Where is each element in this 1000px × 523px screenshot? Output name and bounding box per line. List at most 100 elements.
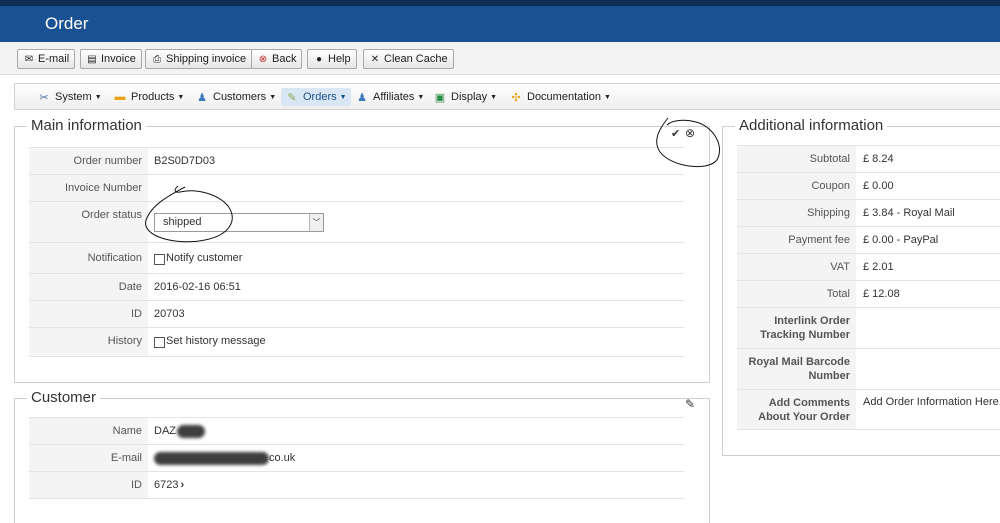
toolbar: ✉ E-mail ▤ Invoice ⎙ Shipping invoice ⊗ Back…: [0, 42, 1000, 75]
documentation-icon: ✣: [511, 91, 521, 104]
users-icon: ♟: [197, 91, 207, 104]
customer-name-row: Name DAZ: [29, 417, 684, 444]
customer-name-label: Name: [29, 418, 148, 444]
help-icon: ●: [315, 53, 323, 65]
shipping-value: £ 3.84 - Royal Mail: [863, 207, 955, 219]
subtotal-label: Subtotal: [737, 146, 856, 172]
order-status-select[interactable]: shipped ﹀: [154, 212, 324, 232]
customer-id-label: ID: [29, 472, 148, 498]
date-label: Date: [29, 274, 148, 300]
invoice-number-label: Invoice Number: [29, 175, 148, 201]
customer-id-cell: 6723 ›: [154, 472, 184, 498]
caret-down-icon: ▼: [339, 93, 347, 101]
coupon-row: Coupon £ 0.00: [737, 172, 1000, 199]
redacted-email: [154, 451, 269, 465]
document-icon: ▤: [87, 53, 97, 65]
orders-icon: ✎: [287, 91, 297, 104]
history-message-label: Set history message: [166, 335, 266, 347]
payment-fee-row: Payment fee £ 0.00 - PayPal: [737, 226, 1000, 253]
invoice-number-row: Invoice Number: [29, 174, 684, 201]
broom-icon: ✕: [370, 53, 380, 65]
shipping-invoice-button[interactable]: ⎙ Shipping invoice: [145, 49, 253, 69]
pencil-icon[interactable]: ✎: [685, 397, 695, 411]
total-row: Total £ 12.08: [737, 280, 1000, 307]
menu-system[interactable]: ✂ System ▼: [33, 88, 106, 106]
main-information-panel: Main information ✔ ⊗ Order number B2S0D7…: [14, 117, 710, 383]
caret-down-icon: ▼: [94, 93, 102, 101]
menu-display[interactable]: ▣ Display ▼: [429, 88, 501, 106]
caret-down-icon: ▼: [177, 93, 185, 101]
coupon-value: £ 0.00: [863, 180, 894, 192]
box-icon: ▬: [114, 91, 126, 103]
order-status-label: Order status: [29, 202, 148, 242]
customer-legend: Customer: [27, 389, 101, 406]
clean-cache-button[interactable]: ✕ Clean Cache: [363, 49, 454, 69]
shipping-label: Shipping: [737, 200, 856, 226]
printer-icon: ⎙: [153, 53, 161, 65]
vat-label: VAT: [737, 254, 856, 280]
comments-row: Add Comments About Your Order Add Order …: [737, 389, 1000, 430]
subtotal-value: £ 8.24: [863, 153, 894, 165]
redacted-name: [177, 424, 205, 438]
history-label: History: [29, 328, 148, 356]
comments-value[interactable]: Add Order Information Here...: [863, 390, 1000, 429]
email-button[interactable]: ✉ E-mail: [17, 49, 76, 69]
menu-orders[interactable]: ✎ Orders ▼: [281, 88, 351, 106]
history-message-option[interactable]: Set history message: [154, 328, 266, 356]
order-status-selected: shipped: [163, 216, 202, 228]
menu-customers[interactable]: ♟ Customers ▼: [191, 88, 280, 106]
customer-email-suffix: co.uk: [269, 452, 296, 464]
menu-products[interactable]: ▬ Products ▼: [109, 88, 188, 106]
history-row: History Set history message: [29, 327, 684, 357]
menu-affiliates[interactable]: ♟ Affiliates ▼: [351, 88, 428, 106]
date-row: Date 2016-02-16 06:51: [29, 273, 684, 300]
back-icon: ⊗: [258, 53, 268, 65]
royal-mail-label: Royal Mail Barcode Number: [737, 349, 856, 389]
history-message-checkbox[interactable]: [154, 337, 165, 348]
caret-down-icon: ▼: [604, 93, 611, 101]
interlink-label: Interlink Order Tracking Number: [737, 308, 856, 348]
notify-customer-option[interactable]: Notify customer: [154, 243, 242, 273]
customer-email-row: E-mail co.uk: [29, 444, 684, 471]
customer-name-cell: DAZ: [154, 418, 205, 444]
vat-row: VAT £ 2.01: [737, 253, 1000, 280]
caret-down-icon: ▼: [269, 93, 277, 101]
customer-name-value: DAZ: [154, 425, 176, 437]
page-title: Order: [45, 14, 89, 33]
order-status-row: Order status shipped ﹀: [29, 201, 684, 242]
total-label: Total: [737, 281, 856, 307]
vat-value: £ 2.01: [863, 261, 894, 273]
caret-down-icon: ▼: [417, 93, 425, 101]
menu-documentation[interactable]: ✣ Documentation ▼: [505, 88, 615, 106]
id-value: 20703: [154, 308, 185, 320]
main-information-legend: Main information: [27, 117, 146, 134]
cancel-icon[interactable]: ⊗: [685, 126, 695, 140]
order-number-label: Order number: [29, 148, 148, 174]
date-value: 2016-02-16 06:51: [154, 281, 241, 293]
customer-email-label: E-mail: [29, 445, 148, 471]
payment-fee-label: Payment fee: [737, 227, 856, 253]
order-status-cell: shipped ﹀: [154, 202, 324, 242]
chevron-down-icon: ﹀: [309, 213, 323, 231]
help-button[interactable]: ● Help: [307, 49, 357, 69]
additional-information-legend: Additional information: [735, 117, 888, 134]
id-label: ID: [29, 301, 148, 327]
back-button[interactable]: ⊗ Back: [251, 49, 303, 69]
invoice-button[interactable]: ▤ Invoice: [80, 49, 142, 69]
check-icon[interactable]: ✔: [671, 127, 680, 140]
total-value: £ 12.08: [863, 288, 900, 300]
chevron-right-icon[interactable]: ›: [180, 479, 184, 491]
page-header: Order: [0, 6, 1000, 42]
coupon-label: Coupon: [737, 173, 856, 199]
notify-customer-label: Notify customer: [166, 252, 243, 264]
shipping-row: Shipping £ 3.84 - Royal Mail: [737, 199, 1000, 226]
customer-panel: Customer ✎ Name DAZ E-mail co.uk ID 6723…: [14, 389, 710, 523]
additional-information-panel: Additional information Subtotal £ 8.24 C…: [722, 117, 1000, 456]
order-number-row: Order number B2S0D7D03: [29, 147, 684, 174]
customer-id-value: 6723: [154, 479, 179, 491]
customer-id-row: ID 6723 ›: [29, 471, 684, 499]
display-icon: ▣: [434, 91, 446, 104]
affiliates-icon: ♟: [357, 91, 367, 104]
notify-customer-checkbox[interactable]: [154, 253, 165, 265]
comments-label: Add Comments About Your Order: [737, 390, 856, 429]
